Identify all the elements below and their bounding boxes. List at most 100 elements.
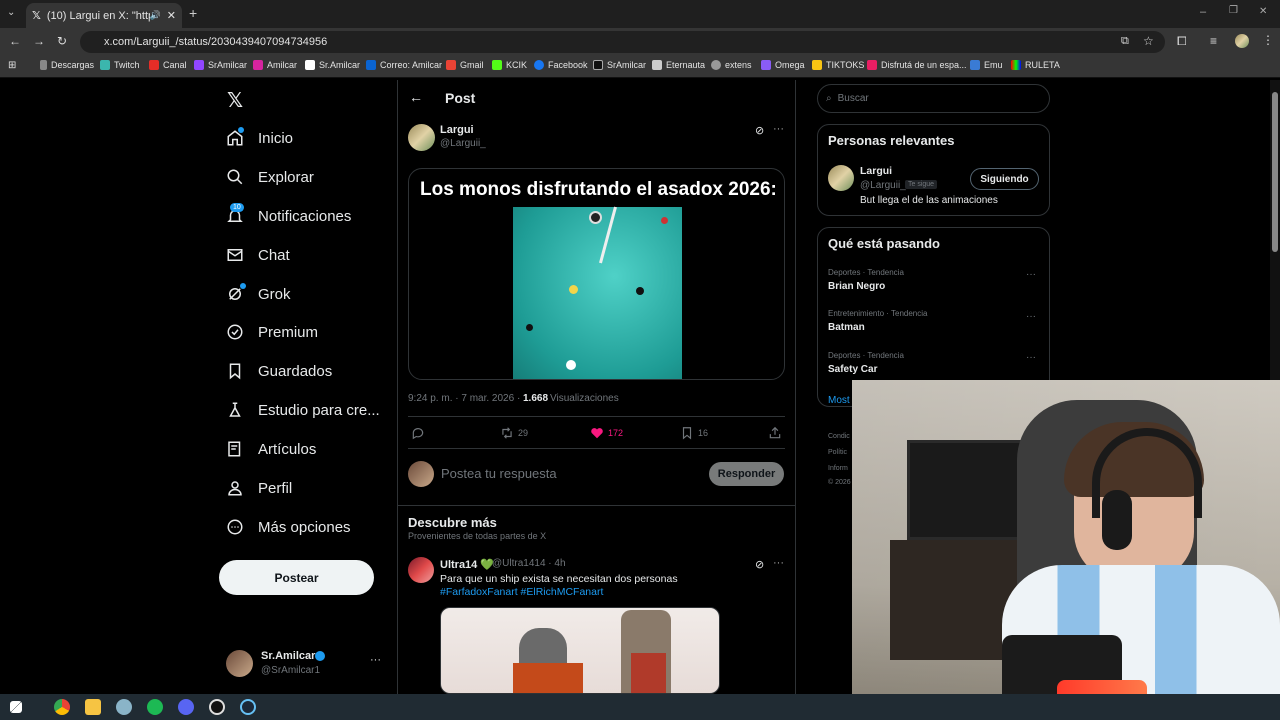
- nav-articulos[interactable]: Artículos: [226, 440, 316, 458]
- trend-more-icon[interactable]: ···: [1026, 352, 1036, 363]
- windows-start-icon[interactable]: [10, 701, 22, 713]
- retweet-action[interactable]: 29: [500, 426, 528, 440]
- bookmark-correo[interactable]: Correo: Amilcar: [366, 60, 442, 70]
- account-avatar: [226, 650, 253, 677]
- bookmark-twitch[interactable]: Twitch: [100, 60, 140, 70]
- relevant-avatar[interactable]: [828, 165, 854, 191]
- bookmark-eternauta[interactable]: Eternauta: [652, 60, 705, 70]
- profile-avatar-icon[interactable]: [1235, 34, 1249, 48]
- forward-icon[interactable]: →: [33, 34, 45, 48]
- back-icon[interactable]: ←: [9, 34, 21, 48]
- bookmark-amilcar[interactable]: Amilcar: [253, 60, 297, 70]
- steam-icon[interactable]: [240, 699, 256, 715]
- back-arrow-icon[interactable]: ←: [409, 89, 423, 105]
- post-timestamp[interactable]: 9:24 p. m. · 7 mar. 2026 ·: [408, 393, 520, 404]
- trend-more-icon[interactable]: ···: [1026, 311, 1036, 322]
- footer-link[interactable]: Polític: [828, 449, 847, 456]
- author-name[interactable]: Largui: [440, 124, 474, 136]
- new-tab-icon[interactable]: +: [189, 5, 197, 21]
- recording-app-icon[interactable]: [209, 699, 225, 715]
- bookmark-kcik[interactable]: KCIK: [492, 60, 527, 70]
- bookmark-tiktoks[interactable]: TIKTOKS: [812, 60, 864, 70]
- browser-menu-icon[interactable]: ⋮: [1262, 33, 1274, 47]
- bookmark-emu[interactable]: Emu: [970, 60, 1003, 70]
- account-switcher[interactable]: Sr.Amilcar @SrAmilcar1 ···: [226, 648, 384, 680]
- nav-mas-opciones[interactable]: Más opciones: [226, 518, 351, 536]
- bookmark-canal[interactable]: Canal: [149, 60, 187, 70]
- bookmark-sramilcar-tiktok[interactable]: SrAmilcar: [593, 60, 646, 70]
- post-media[interactable]: Los monos disfrutando el asadox 2026:: [408, 168, 785, 380]
- app-icon[interactable]: [116, 699, 132, 715]
- apps-grid-icon[interactable]: ⊞: [8, 60, 16, 71]
- reply-input[interactable]: Postea tu respuesta: [441, 466, 701, 481]
- nav-chat[interactable]: Chat: [226, 246, 290, 264]
- relevant-name[interactable]: Largui: [860, 165, 892, 177]
- nav-estudio[interactable]: Estudio para cre...: [226, 401, 380, 419]
- tab-audio-icon[interactable]: 🔊: [150, 10, 161, 21]
- scrollbar-thumb[interactable]: [1272, 92, 1278, 252]
- nav-guardados[interactable]: Guardados: [226, 362, 332, 380]
- bookmark-sr-amilcar-x[interactable]: Sr.Amilcar: [305, 60, 360, 70]
- bookmark-sramilcar[interactable]: SrAmilcar: [194, 60, 247, 70]
- media-controls-icon[interactable]: ≡: [1210, 34, 1217, 48]
- author-avatar[interactable]: [408, 124, 435, 151]
- footer-link[interactable]: Condic: [828, 433, 850, 440]
- window-close-icon[interactable]: ✕: [1259, 6, 1267, 17]
- grok-explain-icon[interactable]: ⊘: [755, 124, 764, 137]
- bookmark-ruleta[interactable]: RULETA: [1011, 60, 1060, 70]
- tweet-image[interactable]: [440, 607, 720, 694]
- like-action[interactable]: 172: [590, 426, 623, 440]
- tweet-handle[interactable]: @Ultra1414 · 4h: [492, 558, 566, 569]
- trend-category: Entretenimiento · Tendencia: [828, 309, 928, 318]
- trend-name[interactable]: Batman: [828, 322, 865, 333]
- bookmark-descargas[interactable]: Descargas: [40, 60, 94, 70]
- extensions-icon[interactable]: ⧠: [1177, 34, 1187, 49]
- chrome-icon[interactable]: [54, 699, 70, 715]
- tweet-grok-icon[interactable]: ⊘: [755, 558, 764, 571]
- spotify-icon[interactable]: [147, 699, 163, 715]
- reply-button[interactable]: Responder: [709, 462, 784, 486]
- tab-close-icon[interactable]: ✕: [167, 9, 176, 22]
- nav-perfil[interactable]: Perfil: [226, 479, 292, 497]
- trend-name[interactable]: Safety Car: [828, 364, 877, 375]
- file-explorer-icon[interactable]: [85, 699, 101, 715]
- show-more-link[interactable]: Most: [828, 395, 850, 406]
- bookmark-gmail[interactable]: Gmail: [446, 60, 484, 70]
- search-input[interactable]: ⌕ Buscar: [817, 84, 1050, 113]
- nav-grok[interactable]: Grok: [226, 283, 291, 303]
- bookmark-omega[interactable]: Omega: [761, 60, 805, 70]
- nav-notificaciones[interactable]: Notificaciones 10: [226, 203, 351, 225]
- tweet-avatar[interactable]: [408, 557, 434, 583]
- restore-icon[interactable]: ❐: [1229, 5, 1238, 16]
- post-button[interactable]: Postear: [219, 560, 374, 595]
- install-app-icon[interactable]: ⧉: [1121, 35, 1129, 48]
- nav-premium[interactable]: Premium: [226, 323, 318, 341]
- minimize-icon[interactable]: –: [1200, 6, 1206, 18]
- author-handle[interactable]: @Larguii_: [440, 138, 486, 149]
- following-button[interactable]: Siguiendo: [970, 168, 1039, 190]
- nav-explorar[interactable]: Explorar: [226, 168, 314, 186]
- relevant-handle[interactable]: @Larguii_: [860, 180, 906, 191]
- reply-action[interactable]: [411, 426, 429, 440]
- x-logo-icon[interactable]: 𝕏: [227, 88, 243, 113]
- share-action[interactable]: [768, 426, 786, 440]
- reload-icon[interactable]: ↻: [57, 34, 67, 48]
- tab-list-dropdown-icon[interactable]: ⌄: [7, 7, 21, 21]
- bookmark-star-icon[interactable]: ☆: [1143, 34, 1154, 48]
- bookmark-facebook[interactable]: Facebook: [534, 60, 588, 70]
- bookmark-extens[interactable]: extens: [711, 60, 752, 70]
- post-more-icon[interactable]: ···: [773, 123, 784, 135]
- browser-tab[interactable]: 𝕏 (10) Largui en X: "https://t.c 🔊 ✕: [26, 3, 182, 28]
- nav-inicio[interactable]: Inicio: [226, 127, 293, 147]
- trend-more-icon[interactable]: ···: [1026, 269, 1036, 280]
- tweet-author[interactable]: Ultra14 💚: [440, 558, 494, 571]
- bookmark-disfruta[interactable]: Disfrutá de un espa...: [867, 60, 967, 70]
- footer-link[interactable]: Inform: [828, 465, 848, 472]
- obs-discord-icon[interactable]: [178, 699, 194, 715]
- bookmark-action[interactable]: 16: [680, 426, 708, 440]
- tweet-more-icon[interactable]: ···: [773, 557, 784, 569]
- tweet-hashtags[interactable]: #FarfadoxFanart #ElRichMCFanart: [440, 586, 603, 598]
- account-more-icon[interactable]: ···: [370, 654, 381, 666]
- address-bar[interactable]: x.com/Larguii_/status/203043940709473495…: [80, 31, 1165, 53]
- trend-name[interactable]: Brian Negro: [828, 281, 885, 292]
